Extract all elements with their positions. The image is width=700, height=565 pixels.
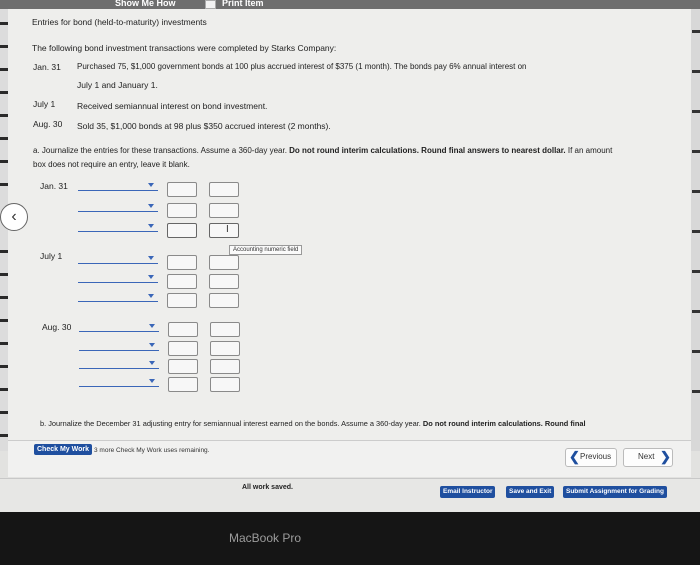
app-screen: Show Me How Print Item ‹ Entries for bon… — [0, 0, 700, 512]
credit-input[interactable] — [210, 322, 240, 337]
journal-date: Aug. 30 — [42, 322, 72, 332]
submit-assignment-button[interactable]: Submit Assignment for Grading — [563, 486, 667, 498]
account-dropdown[interactable] — [79, 359, 159, 369]
credit-input[interactable] — [209, 255, 239, 270]
chevron-left-icon: ❮ — [569, 449, 580, 464]
text-cursor-icon: I — [226, 224, 229, 235]
debit-input[interactable] — [167, 203, 197, 218]
transaction-text: Purchased 75, $1,000 government bonds at… — [77, 62, 527, 71]
top-toolbar: Show Me How Print Item — [0, 0, 700, 9]
account-dropdown[interactable] — [78, 273, 158, 283]
part-b-instructions: b. Journalize the December 31 adjusting … — [40, 419, 586, 428]
dropdown-arrow-icon — [149, 343, 155, 347]
transaction-date: Aug. 30 — [33, 119, 63, 129]
debit-input[interactable] — [167, 274, 197, 289]
credit-input[interactable] — [209, 223, 239, 238]
credit-input[interactable] — [210, 359, 240, 374]
debit-input[interactable] — [167, 182, 197, 197]
question-title: Entries for bond (held-to-maturity) inve… — [32, 17, 207, 27]
previous-button[interactable]: ❮ Previous — [565, 448, 617, 467]
device-label: MacBook Pro — [229, 531, 302, 545]
debit-input[interactable] — [168, 359, 198, 374]
intro-text: The following bond investment transactio… — [32, 43, 337, 53]
account-dropdown[interactable] — [78, 254, 158, 264]
show-me-how-button[interactable]: Show Me How — [115, 0, 176, 8]
check-my-work-button[interactable]: Check My Work — [34, 444, 92, 455]
dropdown-arrow-icon — [148, 294, 154, 298]
account-dropdown[interactable] — [79, 341, 159, 351]
account-dropdown[interactable] — [78, 222, 158, 232]
account-dropdown[interactable] — [79, 377, 159, 387]
credit-input[interactable] — [209, 182, 239, 197]
debit-input[interactable] — [167, 293, 197, 308]
print-item-button[interactable]: Print Item — [222, 0, 264, 8]
transaction-text-cont: July 1 and January 1. — [77, 80, 158, 90]
email-instructor-button[interactable]: Email Instructor — [440, 486, 496, 498]
credit-input[interactable] — [210, 341, 240, 356]
dropdown-arrow-icon — [149, 324, 155, 328]
field-tooltip: Accounting numeric field — [229, 245, 303, 255]
save-and-exit-button[interactable]: Save and Exit — [506, 486, 555, 498]
credit-input[interactable] — [209, 293, 239, 308]
journal-date: July 1 — [40, 251, 63, 261]
dropdown-arrow-icon — [148, 183, 154, 187]
printer-icon[interactable] — [205, 0, 216, 9]
part-a-instructions-cont: box does not require an entry, leave it … — [33, 160, 190, 169]
credit-input[interactable] — [210, 377, 240, 392]
dropdown-arrow-icon — [148, 204, 154, 208]
dropdown-arrow-icon — [148, 275, 154, 279]
debit-input[interactable] — [167, 223, 197, 238]
debit-input[interactable] — [167, 255, 197, 270]
transaction-date: Jan. 31 — [33, 62, 61, 72]
dropdown-arrow-icon — [148, 224, 154, 228]
debit-input[interactable] — [168, 341, 198, 356]
check-remaining-text: 3 more Check My Work uses remaining. — [94, 447, 210, 454]
credit-input[interactable] — [209, 274, 239, 289]
transaction-date: July 1 — [33, 99, 56, 109]
transaction-text: Sold 35, $1,000 bonds at 98 plus $350 ac… — [77, 121, 331, 131]
account-dropdown[interactable] — [78, 202, 158, 212]
account-dropdown[interactable] — [79, 322, 159, 332]
dropdown-arrow-icon — [149, 379, 155, 383]
dropdown-arrow-icon — [148, 256, 154, 260]
debit-input[interactable] — [168, 377, 198, 392]
left-progress-strip — [0, 9, 8, 451]
part-a-instructions: a. Journalize the entries for these tran… — [33, 146, 613, 155]
dropdown-arrow-icon — [149, 361, 155, 365]
next-button[interactable]: Next ❯ — [623, 448, 673, 467]
transaction-text: Received semiannual interest on bond inv… — [77, 101, 268, 111]
credit-input[interactable] — [209, 203, 239, 218]
chevron-left-icon[interactable]: ‹ — [0, 203, 28, 231]
account-dropdown[interactable] — [78, 292, 158, 302]
journal-date: Jan. 31 — [40, 181, 68, 191]
save-status: All work saved. — [242, 484, 293, 491]
account-dropdown[interactable] — [78, 181, 158, 191]
debit-input[interactable] — [168, 322, 198, 337]
chevron-right-icon: ❯ — [660, 449, 671, 464]
